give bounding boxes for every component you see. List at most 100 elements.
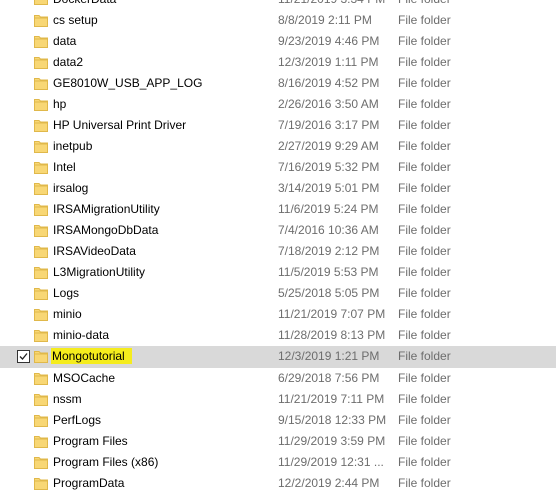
file-name: inetpub xyxy=(53,139,93,153)
file-name: L3MigrationUtility xyxy=(53,265,146,279)
file-type: File folder xyxy=(398,286,451,300)
date-modified: 9/23/2019 4:46 PM xyxy=(278,34,380,48)
file-name: irsalog xyxy=(53,181,89,195)
date-modified: 2/27/2019 9:29 AM xyxy=(278,139,379,153)
file-row[interactable]: cs setup 8/8/2019 2:11 PM File folder xyxy=(0,10,556,31)
file-row[interactable]: inetpub 2/27/2019 9:29 AM File folder xyxy=(0,136,556,157)
file-type: File folder xyxy=(398,55,451,69)
folder-icon xyxy=(34,119,48,132)
date-modified: 11/21/2019 7:11 PM xyxy=(278,392,385,406)
file-type: File folder xyxy=(398,455,451,469)
file-name: minio-data xyxy=(53,328,110,342)
file-name: IRSAVideoData xyxy=(53,244,136,258)
folder-icon xyxy=(34,414,48,427)
file-row[interactable]: IRSAVideoData 7/18/2019 2:12 PM File fol… xyxy=(0,241,556,262)
file-row[interactable]: hp 2/26/2016 3:50 AM File folder xyxy=(0,94,556,115)
date-modified: 12/2/2019 2:44 PM xyxy=(278,476,380,490)
file-name: DockerData xyxy=(53,0,116,6)
date-modified: 8/8/2019 2:11 PM xyxy=(278,13,372,27)
file-row[interactable]: GE8010W_USB_APP_LOG 8/16/2019 4:52 PM Fi… xyxy=(0,73,556,94)
file-type: File folder xyxy=(398,76,451,90)
file-row-selected[interactable]: Mongotutorial 12/3/2019 1:21 PM File fol… xyxy=(0,346,556,368)
folder-icon xyxy=(34,98,48,111)
file-name: nssm xyxy=(53,392,82,406)
file-type: File folder xyxy=(398,0,451,6)
file-row[interactable]: Program Files (x86) 11/29/2019 12:31 ...… xyxy=(0,452,556,473)
file-name: Intel xyxy=(53,160,76,174)
folder-icon xyxy=(34,161,48,174)
folder-icon xyxy=(34,0,48,5)
folder-icon xyxy=(34,77,48,90)
date-modified: 11/21/2019 7:07 PM xyxy=(278,307,386,321)
folder-icon xyxy=(34,372,48,385)
file-row[interactable]: minio-data 11/28/2019 8:13 PM File folde… xyxy=(0,325,556,346)
file-row[interactable]: PerfLogs 9/15/2018 12:33 PM File folder xyxy=(0,410,556,431)
file-type: File folder xyxy=(398,13,451,27)
file-type: File folder xyxy=(398,265,451,279)
file-row[interactable]: Intel 7/16/2019 5:32 PM File folder xyxy=(0,157,556,178)
date-modified: 7/19/2016 3:17 PM xyxy=(278,118,380,132)
file-name: Program Files xyxy=(53,434,128,448)
file-name: HP Universal Print Driver xyxy=(53,118,187,132)
folder-icon xyxy=(34,287,48,300)
file-name: cs setup xyxy=(53,13,98,27)
date-modified: 8/16/2019 4:52 PM xyxy=(278,76,380,90)
date-modified: 11/5/2019 5:53 PM xyxy=(278,265,379,279)
folder-icon xyxy=(34,224,48,237)
file-name: data xyxy=(53,34,77,48)
file-row[interactable]: irsalog 3/14/2019 5:01 PM File folder xyxy=(0,178,556,199)
file-name: Program Files (x86) xyxy=(53,455,159,469)
file-row[interactable]: data2 12/3/2019 1:11 PM File folder xyxy=(0,52,556,73)
file-type: File folder xyxy=(398,223,451,237)
file-name: IRSAMigrationUtility xyxy=(53,202,160,216)
file-type: File folder xyxy=(398,413,451,427)
date-modified: 7/18/2019 2:12 PM xyxy=(278,244,380,258)
folder-icon xyxy=(34,245,48,258)
file-row[interactable]: data 9/23/2019 4:46 PM File folder xyxy=(0,31,556,52)
folder-icon xyxy=(34,14,48,27)
file-row[interactable]: IRSAMigrationUtility 11/6/2019 5:24 PM F… xyxy=(0,199,556,220)
date-modified: 2/26/2016 3:50 AM xyxy=(278,97,379,111)
file-row[interactable]: HP Universal Print Driver 7/19/2016 3:17… xyxy=(0,115,556,136)
folder-icon xyxy=(34,266,48,279)
file-type: File folder xyxy=(398,371,451,385)
file-name: data2 xyxy=(53,55,84,69)
file-type: File folder xyxy=(398,476,451,490)
row-checkbox[interactable] xyxy=(17,350,30,363)
date-modified: 3/14/2019 5:01 PM xyxy=(278,181,380,195)
file-row[interactable]: Program Files 11/29/2019 3:59 PM File fo… xyxy=(0,431,556,452)
folder-icon xyxy=(34,140,48,153)
date-modified: 11/29/2019 12:31 ... xyxy=(278,455,384,469)
date-modified: 6/29/2018 7:56 PM xyxy=(278,371,380,385)
folder-icon xyxy=(34,35,48,48)
file-type: File folder xyxy=(398,97,451,111)
file-type: File folder xyxy=(398,307,451,321)
file-type: File folder xyxy=(398,118,451,132)
date-modified: 11/21/2019 3:34 PM xyxy=(278,0,385,6)
file-row[interactable]: IRSAMongoDbData 7/4/2016 10:36 AM File f… xyxy=(0,220,556,241)
folder-icon xyxy=(34,435,48,448)
date-modified: 11/29/2019 3:59 PM xyxy=(278,434,386,448)
file-row[interactable]: MSOCache 6/29/2018 7:56 PM File folder xyxy=(0,368,556,389)
file-row[interactable]: Logs 5/25/2018 5:05 PM File folder xyxy=(0,283,556,304)
file-type: File folder xyxy=(398,392,451,406)
file-row[interactable]: L3MigrationUtility 11/5/2019 5:53 PM Fil… xyxy=(0,262,556,283)
file-name: MSOCache xyxy=(53,371,116,385)
file-row[interactable]: ProgramData 12/2/2019 2:44 PM File folde… xyxy=(0,473,556,494)
file-type: File folder xyxy=(398,434,451,448)
file-name: IRSAMongoDbData xyxy=(53,223,159,237)
file-row[interactable]: nssm 11/21/2019 7:11 PM File folder xyxy=(0,389,556,410)
file-name: Logs xyxy=(53,286,80,300)
file-row[interactable]: DockerData 11/21/2019 3:34 PM File folde… xyxy=(0,0,556,10)
file-type: File folder xyxy=(398,328,451,342)
file-row[interactable]: minio 11/21/2019 7:07 PM File folder xyxy=(0,304,556,325)
folder-icon xyxy=(34,456,48,469)
folder-icon xyxy=(34,56,48,69)
folder-icon xyxy=(34,393,48,406)
file-name: minio xyxy=(53,307,82,321)
date-modified: 11/6/2019 5:24 PM xyxy=(278,202,379,216)
folder-icon xyxy=(34,350,48,363)
file-name: PerfLogs xyxy=(53,413,102,427)
folder-icon xyxy=(34,182,48,195)
file-name: ProgramData xyxy=(53,476,125,490)
